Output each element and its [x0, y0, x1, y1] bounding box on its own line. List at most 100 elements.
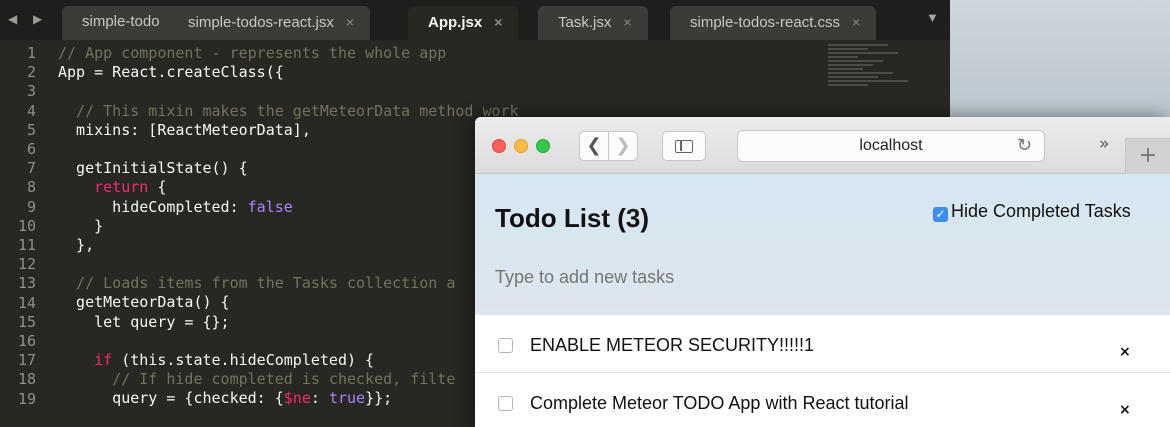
- code-token: App = React.createClass({: [58, 63, 284, 82]
- browser-window: ❮ ❯ localhost ↻ » + Todo List (3) ✓ Hide …: [475, 117, 1170, 427]
- close-icon[interactable]: ×: [852, 14, 860, 30]
- line-number: 18: [17, 370, 36, 389]
- tab-label: simple-todos-react.css: [690, 14, 841, 31]
- code-line: getInitialState() {: [58, 159, 519, 178]
- tab-label: simple-todo: [82, 13, 160, 30]
- line-number-gutter: 1 2 3 4 5 6 7 8 9 10 11 12 13 14 15 16 17 18 19: [0, 44, 44, 409]
- todo-app-page: Todo List (3) ✓Hide Completed Tasks ENAB…: [475, 174, 1170, 427]
- code-token: mixins: [ReactMeteorData],: [58, 120, 311, 139]
- tab-simple-todo[interactable]: simple-todo: [62, 6, 182, 40]
- code-token: {: [148, 178, 167, 197]
- plus-icon: +: [1138, 143, 1158, 168]
- line-number: 13: [17, 274, 36, 293]
- code-line: query = {checked: {$ne: true}};: [58, 389, 519, 408]
- code-token: return: [58, 178, 149, 197]
- line-number: 10: [17, 216, 36, 235]
- back-button[interactable]: ❮: [579, 131, 609, 161]
- tab-nav-arrows-icon[interactable]: ◀ ▶: [8, 12, 48, 26]
- code-token: (this.state.hideCompleted) {: [112, 351, 375, 369]
- delete-task-icon[interactable]: ×: [1119, 402, 1131, 418]
- more-toolbar-icon[interactable]: »: [1099, 134, 1109, 154]
- sidebar-toggle-button[interactable]: [662, 131, 706, 161]
- line-number: 19: [17, 389, 36, 408]
- task-text: ENABLE METEOR SECURITY!!!!!1: [530, 335, 815, 355]
- code-token: },: [58, 235, 95, 254]
- code-token: false: [247, 197, 293, 216]
- code-line: // App component - represents the whole …: [58, 44, 519, 63]
- tab-label: Task.jsx: [558, 14, 612, 31]
- line-number: 8: [26, 178, 36, 197]
- delete-task-icon[interactable]: ×: [1119, 344, 1131, 360]
- line-number: 3: [26, 82, 36, 101]
- task-item: ENABLE METEOR SECURITY!!!!!1 ×: [475, 315, 1170, 373]
- browser-toolbar: ❮ ❯ localhost ↻ » +: [475, 117, 1170, 174]
- code-line: mixins: [ReactMeteorData],: [58, 121, 519, 140]
- close-icon[interactable]: ×: [346, 14, 354, 30]
- line-number: 7: [26, 159, 36, 178]
- line-number: 2: [26, 63, 36, 82]
- line-number: 17: [17, 351, 36, 370]
- code-token: :: [310, 389, 329, 408]
- code-token: }: [58, 216, 104, 235]
- forward-button[interactable]: ❯: [608, 131, 638, 161]
- code-token: $ne: [283, 389, 311, 408]
- hide-completed-checkbox[interactable]: ✓: [933, 207, 948, 222]
- line-number: 14: [17, 293, 36, 312]
- task-item: Complete Meteor TODO App with React tuto…: [475, 373, 1170, 427]
- address-text: localhost: [859, 137, 923, 154]
- minimize-window-button[interactable]: [514, 139, 528, 153]
- code-token: // If hide completed is checked, filte: [58, 370, 456, 389]
- line-number: 4: [26, 101, 36, 120]
- close-icon[interactable]: ×: [494, 14, 502, 30]
- line-number: 11: [17, 236, 36, 255]
- minimap[interactable]: [828, 42, 928, 122]
- close-window-button[interactable]: [492, 139, 506, 153]
- task-text: Complete Meteor TODO App with React tuto…: [530, 393, 909, 413]
- chevron-right-icon: ❯: [615, 135, 631, 156]
- reload-icon[interactable]: ↻: [1017, 131, 1032, 161]
- line-number: 6: [26, 140, 36, 159]
- hide-completed-label: Hide Completed Tasks: [951, 201, 1131, 221]
- code-token: if: [58, 351, 113, 369]
- tab-app-jsx[interactable]: App.jsx ×: [408, 6, 519, 40]
- code-line: // If hide completed is checked, filte: [58, 370, 519, 389]
- page-title: Todo List (3): [495, 203, 650, 233]
- code-line: getMeteorData() {: [58, 293, 519, 312]
- task-checkbox[interactable]: [498, 338, 513, 353]
- app-header: Todo List (3) ✓ Hide Completed Tasks: [475, 174, 1170, 315]
- close-icon[interactable]: ×: [623, 14, 631, 30]
- line-number: 12: [17, 255, 36, 274]
- tab-overflow-icon[interactable]: ▼: [926, 10, 939, 25]
- code-token: let query = {};: [58, 312, 230, 331]
- zoom-window-button[interactable]: [536, 139, 550, 153]
- address-bar[interactable]: localhost ↻: [737, 130, 1045, 162]
- code-line: }: [58, 217, 519, 236]
- tab-simple-todos-react-jsx[interactable]: simple-todos-react.jsx ×: [168, 6, 371, 40]
- code-token: hideCompleted:: [58, 197, 248, 216]
- line-number: 9: [26, 197, 36, 216]
- code-token: // App component - represents the whole …: [58, 44, 447, 62]
- chevron-left-icon: ❮: [586, 135, 602, 156]
- tab-simple-todos-react-css[interactable]: simple-todos-react.css ×: [670, 6, 877, 40]
- hide-completed-toggle[interactable]: ✓ Hide Completed Tasks: [933, 201, 1131, 222]
- code-line: },: [58, 236, 519, 255]
- task-checkbox[interactable]: [498, 396, 513, 411]
- code-token: // This mixin makes the getMeteorData me…: [58, 101, 519, 120]
- code-area[interactable]: // App component - represents the whole …: [58, 44, 519, 409]
- sidebar-icon: [675, 140, 693, 153]
- editor-tab-bar: ◀ ▶ simple-todo simple-todos-react.jsx × …: [0, 0, 950, 40]
- code-token: true: [328, 389, 366, 408]
- tab-task-jsx[interactable]: Task.jsx ×: [538, 6, 648, 40]
- code-token: getInitialState() {: [58, 159, 248, 178]
- code-line: hideCompleted: false: [58, 198, 519, 217]
- code-line: let query = {};: [58, 313, 519, 332]
- new-tab-button[interactable]: +: [1125, 138, 1170, 174]
- code-line: if (this.state.hideCompleted) {: [58, 351, 519, 370]
- code-token: query = {checked: {: [58, 389, 284, 408]
- code-line: App = React.createClass({: [58, 63, 519, 82]
- new-task-input[interactable]: [495, 267, 1155, 288]
